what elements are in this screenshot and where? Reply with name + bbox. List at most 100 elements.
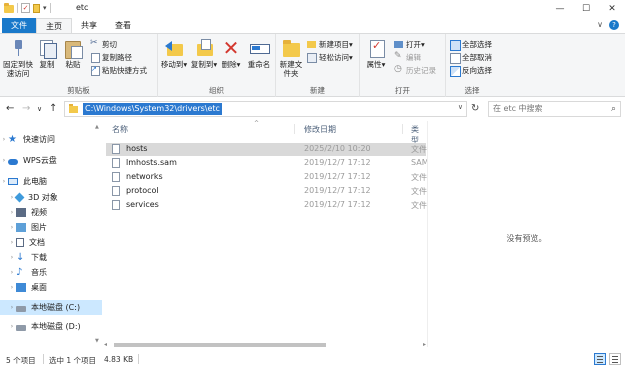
file-name: services [126,200,159,209]
column-divider[interactable] [402,124,403,134]
select-all-button[interactable]: 全部选择 [450,39,492,51]
expand-caret-icon[interactable]: › [8,323,16,330]
file-row[interactable]: lmhosts.sam 2019/12/7 17:12 SAM [106,157,429,170]
select-group: 全部选择 全部取消 反向选择 选择 [446,34,498,97]
properties-button[interactable]: 属性▾ [365,38,387,69]
copy-to-button[interactable]: 复制到▾ [190,38,218,69]
tab-file[interactable]: 文件 [2,18,36,33]
search-icon[interactable]: ⌕ [611,102,616,116]
nav-item-label: 下载 [31,253,47,262]
address-dropdown-icon[interactable]: ∨ [458,103,463,111]
column-header-date[interactable]: 修改日期 [304,124,336,135]
tab-home[interactable]: 主页 [36,18,72,33]
cut-label: 剪切 [102,40,117,49]
recent-locations-icon[interactable]: ∨ [37,105,42,113]
maximize-button[interactable]: ☐ [573,0,599,17]
pin-label: 固定到快速访问 [3,60,33,78]
nav-item-drive-d[interactable]: › 本地磁盘 (D:) [0,319,102,334]
expand-caret-icon[interactable]: › [8,284,16,291]
properties-icon[interactable]: ✓ [21,3,30,13]
file-icon [112,200,120,210]
cut-button[interactable]: 剪切 [90,38,117,50]
expand-caret-icon[interactable]: › [8,239,16,246]
search-input[interactable]: 在 etc 中搜索 ⌕ [488,101,621,117]
open-button[interactable]: 打开▾ [394,39,425,50]
nav-item-downloads[interactable]: › ↓ 下载 [0,250,102,265]
copy-button[interactable]: 复制 [36,38,58,69]
close-button[interactable]: ✕ [599,0,625,17]
new-folder-button[interactable]: 新建文件夹 [278,38,304,78]
documents-icon [16,238,24,247]
minimize-button[interactable]: — [547,0,573,17]
easy-access-button[interactable]: 轻松访问▾ [307,52,353,63]
help-icon[interactable]: ? [609,20,619,30]
back-arrow-icon[interactable]: ← [6,103,14,114]
nav-item-3d-objects[interactable]: › 3D 对象 [0,190,102,205]
forward-arrow-icon[interactable]: → [22,103,30,114]
expand-caret-icon[interactable]: › [8,209,16,216]
scroll-right-icon[interactable]: ▸ [423,341,426,348]
expand-caret-icon[interactable]: › [8,269,16,276]
file-name: protocol [126,186,159,195]
nav-item-quick-access[interactable]: › ★ 快速访问 [0,132,102,147]
delete-button[interactable]: ✕ 删除▾ [220,38,242,69]
up-arrow-icon[interactable]: ↑ [49,103,57,114]
scrollbar-thumb[interactable] [114,343,326,347]
pin-to-quick-access-button[interactable]: 固定到快速访问 [2,38,34,78]
large-icons-view-icon[interactable] [609,353,621,365]
expand-caret-icon[interactable]: › [0,136,8,143]
expand-caret-icon[interactable]: › [0,157,8,164]
new-folder-icon [281,38,301,58]
paste-button[interactable]: 粘贴 [62,38,84,69]
scroll-left-icon[interactable]: ◂ [104,341,107,348]
column-divider[interactable] [294,124,295,134]
ribbon-right-controls: ∨ ? [597,20,619,30]
nav-item-documents[interactable]: › 文档 [0,235,102,250]
file-name: lmhosts.sam [126,158,177,167]
paste-shortcut-button[interactable]: 粘贴快捷方式 [90,65,147,76]
column-header-name[interactable]: 名称 [112,124,128,135]
nav-item-label: 图片 [31,223,47,232]
copy-path-button[interactable]: 复制路径 [90,52,132,63]
new-item-button[interactable]: 新建项目▾ [307,39,353,50]
file-row[interactable]: protocol 2019/12/7 17:12 文件 [106,185,427,198]
tab-share[interactable]: 共享 [72,18,106,33]
nav-pane-scrollbar[interactable] [95,124,101,344]
details-view-icon[interactable] [594,353,606,365]
address-bar[interactable]: C:\Windows\System32\drivers\etc ∨ [64,101,467,117]
nav-item-this-pc[interactable]: › 此电脑 [0,174,102,189]
select-none-button[interactable]: 全部取消 [450,52,492,64]
edit-button[interactable]: 编辑 [394,51,421,63]
address-path[interactable]: C:\Windows\System32\drivers\etc [83,103,222,115]
nav-item-drive-c[interactable]: › 本地磁盘 (C:) [0,300,102,315]
drive-icon [16,324,26,331]
nav-item-desktop[interactable]: › 桌面 [0,280,102,295]
invert-selection-button[interactable]: 反向选择 [450,65,492,77]
expand-caret-icon[interactable]: › [8,224,16,231]
tab-view[interactable]: 查看 [106,18,140,33]
expand-caret-icon[interactable]: › [8,304,16,311]
file-row[interactable]: hosts 2025/2/10 10:20 文件 [106,143,427,156]
nav-item-wps-cloud[interactable]: › WPS云盘 [0,153,102,168]
clipboard-group: 固定到快速访问 复制 粘贴 剪切 复制路径 粘贴快捷方式 剪贴板 [0,34,158,97]
nav-item-label: 本地磁盘 (C:) [31,303,81,312]
expand-caret-icon[interactable]: › [8,254,16,261]
nav-item-pictures[interactable]: › 图片 [0,220,102,235]
ribbon-expand-icon[interactable]: ∨ [597,20,603,30]
move-to-button[interactable]: 移动到▾ [160,38,188,69]
open-icon [394,40,403,49]
file-row[interactable]: networks 2019/12/7 17:12 文件 [106,171,427,184]
open-label: 打开▾ [406,40,425,49]
nav-item-videos[interactable]: › 视频 [0,205,102,220]
refresh-icon[interactable]: ↻ [471,103,479,114]
rename-button[interactable]: 重命名 [246,38,272,69]
file-row[interactable]: services 2019/12/7 17:12 文件 [106,199,427,212]
file-list-hscrollbar[interactable]: ◂ ▸ [104,341,426,349]
qat-dropdown-icon[interactable]: ▾ [43,4,47,12]
expand-caret-icon[interactable]: › [0,178,8,185]
file-date: 2025/2/10 10:20 [304,144,371,153]
copy-path-label: 复制路径 [102,53,132,62]
history-button[interactable]: 历史记录 [394,64,436,76]
new-folder-qat-icon[interactable] [33,3,40,13]
nav-item-music[interactable]: › ♪ 音乐 [0,265,102,280]
